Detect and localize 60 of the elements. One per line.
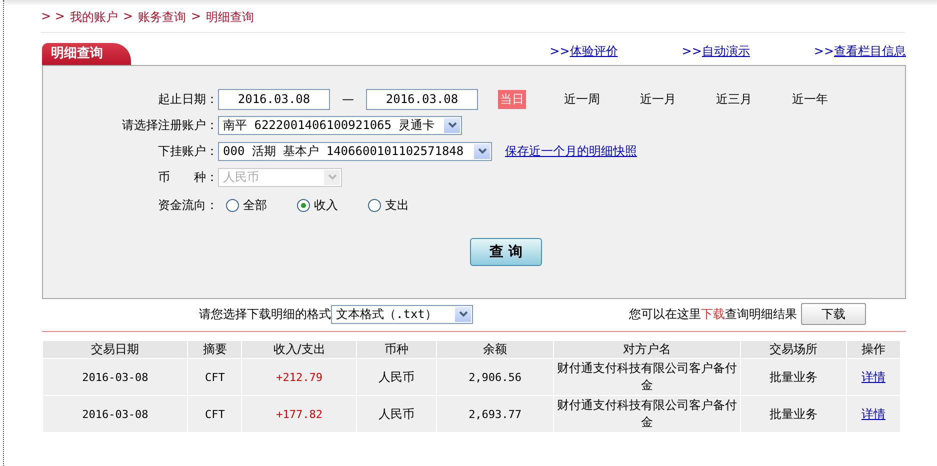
column-header: 操作	[846, 341, 900, 358]
table-cell: 2016-03-08	[82, 408, 148, 420]
quick-range-option[interactable]: 近三月	[714, 90, 754, 108]
select-field[interactable]: 000 活期 基本户 1406600101102571848	[218, 142, 492, 160]
table-cell: +212.79	[276, 370, 322, 384]
section-tab[interactable]: 明细查询	[42, 43, 131, 65]
table-cell: +177.82	[276, 408, 322, 420]
column-header: 币种	[356, 341, 436, 358]
table-cell: 人民币	[378, 370, 415, 384]
chevron-down-icon[interactable]	[458, 311, 468, 317]
download-hint: 您可以在这里下载查询明细结果	[629, 306, 797, 322]
column-header: 余额	[436, 341, 553, 358]
quick-range-option[interactable]: 近一年	[790, 90, 830, 108]
select-field[interactable]: 文本格式（.txt）	[331, 304, 473, 324]
breadcrumb-link[interactable]: 明细查询	[206, 9, 254, 26]
breadcrumb-separator: >	[191, 9, 202, 25]
header-link[interactable]: >>体验评价	[550, 43, 618, 60]
field-label: 下挂账户：	[157, 142, 218, 160]
chevron-down-icon[interactable]	[448, 122, 456, 128]
field-label: 资金流向：	[157, 196, 218, 214]
field-label: 起止日期：	[157, 90, 218, 108]
date-field[interactable]: 2016.03.08	[366, 88, 478, 110]
table-cell: CFT	[204, 370, 225, 384]
column-header: 摘要	[187, 341, 242, 358]
table-cell: 财付通支付科技有限公司客户备付金	[556, 361, 737, 392]
radio-option[interactable]: 收入	[297, 196, 338, 214]
query-button[interactable]: 查 询	[470, 238, 542, 266]
table-cell: 2,693.77	[468, 408, 522, 420]
column-header: 对方户名	[552, 341, 740, 358]
table-cell: 批量业务	[769, 406, 818, 420]
table-cell: 批量业务	[769, 370, 818, 384]
radio-option[interactable]: 支出	[368, 196, 409, 214]
breadcrumb-arrows: > >	[41, 9, 65, 25]
date-field[interactable]: 2016.03.08	[218, 88, 330, 110]
table-cell: 人民币	[378, 406, 415, 420]
select-field[interactable]: 南平 6222001406100921065 灵通卡	[218, 116, 462, 134]
download-button[interactable]: 下载	[801, 303, 866, 325]
quick-range-option[interactable]: 近一周	[562, 90, 602, 108]
field-label: 币 种：	[157, 168, 218, 186]
breadcrumb-separator: >	[122, 9, 133, 25]
radio-option[interactable]: 全部	[226, 196, 267, 214]
header-link[interactable]: >>自动演示	[682, 43, 750, 60]
header-link[interactable]: >>查看栏目信息	[814, 43, 906, 60]
breadcrumb-link[interactable]: 我的账户	[70, 9, 118, 26]
format-label: 请您选择下载明细的格式	[199, 306, 331, 322]
table-cell: 财付通支付科技有限公司客户备付金	[556, 398, 737, 429]
detail-link[interactable]: 详情	[861, 370, 886, 384]
detail-link[interactable]: 详情	[861, 406, 886, 420]
table-cell: 2,906.56	[468, 370, 522, 384]
column-header: 交易日期	[42, 341, 188, 358]
table-cell: 2016-03-08	[82, 370, 148, 384]
column-header: 收入/支出	[241, 341, 356, 358]
table-cell: CFT	[204, 408, 225, 420]
field-label: 请选择注册账户：	[121, 116, 218, 134]
quick-range-option[interactable]: 近一月	[638, 90, 678, 108]
chevron-down-icon[interactable]	[478, 148, 486, 154]
breadcrumb-link[interactable]: 账务查询	[138, 9, 186, 26]
range-separator: —	[342, 92, 354, 106]
column-header: 交易场所	[740, 341, 846, 358]
snapshot-link[interactable]: 保存近一个月的明细快照	[505, 142, 637, 160]
